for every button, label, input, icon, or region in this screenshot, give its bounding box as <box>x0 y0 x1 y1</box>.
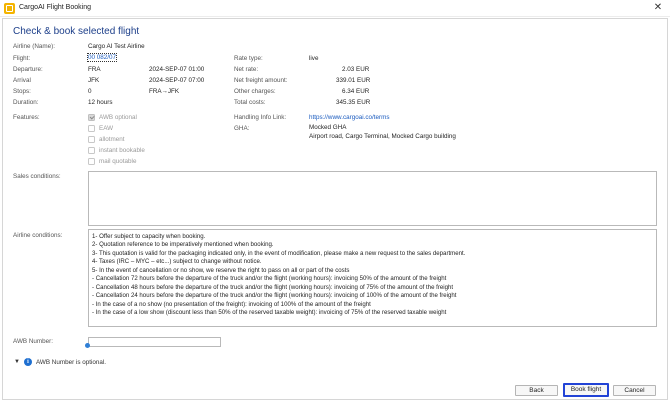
features-label: Features: <box>13 114 40 121</box>
arrival-label: Arrival <box>13 77 31 84</box>
duration-value: 12 hours <box>88 99 113 106</box>
total-costs-label: Total costs: <box>234 99 266 106</box>
info-icon: i <box>23 358 32 366</box>
departure-time: 2024-SEP-07 01:00 <box>149 66 205 73</box>
route-value: FRA→JFK <box>149 88 180 95</box>
checkbox-icon[interactable] <box>88 158 95 165</box>
checkbox-checked-icon[interactable] <box>88 114 95 121</box>
flight-number-link[interactable]: 00 082/07 <box>86 53 118 62</box>
departure-airport: FRA <box>88 66 101 73</box>
net-rate-label: Net rate: <box>234 66 259 73</box>
feature-label: AWB optional <box>99 114 137 121</box>
close-icon[interactable]: ✕ <box>652 2 664 14</box>
condition-line: - Cancellation 48 hours before the depar… <box>92 283 454 291</box>
feature-label: instant bookable <box>99 147 145 154</box>
chevron-down-icon[interactable]: ▼ <box>14 359 20 365</box>
checkbox-icon[interactable] <box>88 125 95 132</box>
gha-address: Airport road, Cargo Terminal, Mocked Car… <box>309 133 456 140</box>
handling-info-link[interactable]: https://www.cargoai.co/terms <box>309 114 390 121</box>
cancel-button[interactable]: Cancel <box>613 385 656 396</box>
feature-label: allotment <box>99 136 125 143</box>
condition-line: 5- In the event of cancellation or no sh… <box>92 266 350 274</box>
feature-eaw[interactable]: EAW <box>88 125 113 132</box>
gha-label: GHA: <box>234 125 250 132</box>
other-charges-value: 6.34 EUR <box>342 88 370 95</box>
rate-type-label: Rate type: <box>234 55 263 62</box>
condition-line: - In the case of a low show (discount le… <box>92 309 447 317</box>
book-flight-button[interactable]: Book flight <box>563 383 609 397</box>
stops-value: 0 <box>88 88 92 95</box>
airline-label: Airline (Name): <box>13 43 55 50</box>
feature-label: EAW <box>99 125 114 132</box>
feature-instant-bookable[interactable]: instant bookable <box>88 147 145 154</box>
departure-label: Departure: <box>13 66 43 73</box>
feature-mail-quotable[interactable]: mail quotable <box>88 158 136 165</box>
condition-line: - Cancellation 72 hours before the depar… <box>92 275 447 283</box>
airline-conditions-textarea[interactable]: 1- Offer subject to capacity when bookin… <box>88 229 657 327</box>
window-title: CargoAI Flight Booking <box>19 4 91 11</box>
duration-label: Duration: <box>13 99 39 106</box>
feature-awb-optional[interactable]: AWB optional <box>88 114 137 121</box>
sales-conditions-textarea[interactable] <box>88 171 657 226</box>
page-title: Check & book selected flight <box>13 26 140 37</box>
flight-label: Flight: <box>13 55 31 62</box>
gha-name: Mocked GHA <box>309 124 347 131</box>
net-freight-label: Net freight amount: <box>234 77 288 84</box>
airline-value: Cargo AI Test Airline <box>88 43 145 50</box>
awb-number-label: AWB Number: <box>13 338 54 345</box>
airline-conditions-label: Airline conditions: <box>13 232 63 239</box>
rate-type-value: live <box>309 55 319 62</box>
checkbox-icon[interactable] <box>88 136 95 143</box>
arrival-airport: JFK <box>88 77 100 84</box>
condition-line: - Cancellation 24 hours before the depar… <box>92 292 457 300</box>
title-bar: CargoAI Flight Booking ✕ <box>0 0 670 17</box>
feature-label: mail quotable <box>99 158 137 165</box>
back-button[interactable]: Back <box>515 385 558 396</box>
condition-line: 3- This quotation is valid for the packa… <box>92 249 466 257</box>
awb-info-text: AWB Number is optional. <box>35 358 107 366</box>
net-rate-value: 2.03 EUR <box>342 66 370 73</box>
arrival-time: 2024-SEP-07 07:00 <box>149 77 205 84</box>
condition-line: - In the case of a no show (no presentat… <box>92 300 371 308</box>
stops-label: Stops: <box>13 88 31 95</box>
cargoai-logo-icon <box>4 3 15 14</box>
handling-info-label: Handling Info Link: <box>234 114 287 121</box>
net-freight-value: 339.01 EUR <box>336 77 371 84</box>
sales-conditions-label: Sales conditions: <box>13 173 61 180</box>
awb-number-input[interactable] <box>88 337 221 347</box>
other-charges-label: Other charges: <box>234 88 276 95</box>
checkbox-icon[interactable] <box>88 147 95 154</box>
condition-line: 1- Offer subject to capacity when bookin… <box>92 233 206 240</box>
condition-line: 4- Taxes (IRC – MYC – etc...) subject to… <box>92 258 262 266</box>
awb-info-marker-icon <box>85 343 90 348</box>
feature-allotment[interactable]: allotment <box>88 136 125 143</box>
awb-info-row[interactable]: ▼ i AWB Number is optional. <box>14 358 106 366</box>
total-costs-value: 345.35 EUR <box>336 99 371 106</box>
condition-line: 2- Quotation reference to be imperativel… <box>92 241 274 249</box>
